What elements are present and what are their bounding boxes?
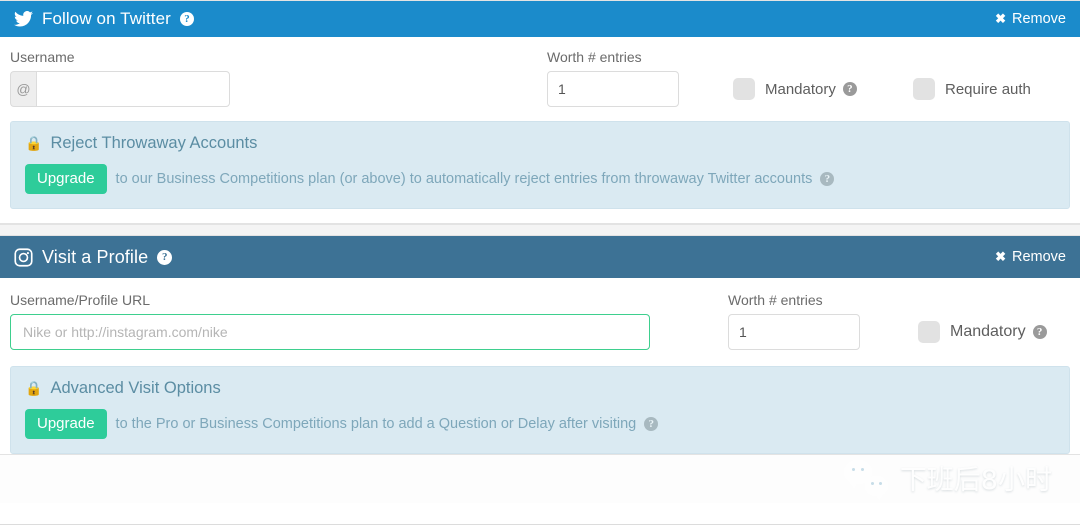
- worth-entries-input[interactable]: [728, 314, 860, 350]
- close-icon: ✖: [995, 249, 1006, 264]
- entry-method-panel-twitter: Follow on Twitter ? ✖ Remove Username @ …: [0, 0, 1080, 224]
- wechat-watermark: 下班后8小时: [843, 458, 1052, 500]
- mandatory-checkbox[interactable]: [918, 321, 940, 343]
- notice-text-wrap: to the Pro or Business Competitions plan…: [116, 416, 659, 432]
- upgrade-button[interactable]: Upgrade: [25, 164, 107, 194]
- mandatory-label: Mandatory: [765, 80, 836, 98]
- notice-content-row: Upgrade to our Business Competitions pla…: [25, 164, 1055, 194]
- remove-button-instagram[interactable]: ✖ Remove: [995, 249, 1066, 265]
- help-icon[interactable]: ?: [820, 172, 835, 186]
- panel-title-twitter: Follow on Twitter: [42, 9, 171, 28]
- mandatory-checkbox-group[interactable]: Mandatory ?: [733, 71, 913, 107]
- at-symbol-icon: @: [10, 71, 36, 107]
- help-icon[interactable]: ?: [179, 12, 194, 26]
- entry-method-panel-instagram: Visit a Profile ? ✖ Remove Username/Prof…: [0, 236, 1080, 455]
- require-auth-checkbox[interactable]: [913, 78, 935, 100]
- panel-body-instagram: Username/Profile URL Worth # entries Man…: [0, 278, 1080, 454]
- username-input-group: @: [10, 71, 547, 107]
- page-bottom-edge: [0, 503, 1080, 525]
- notice-text: to the Pro or Business Competitions plan…: [115, 416, 637, 432]
- worth-entries-field-group: Worth # entries: [728, 292, 918, 350]
- help-icon[interactable]: ?: [1032, 325, 1047, 339]
- panel-header-left: Follow on Twitter ?: [14, 9, 194, 29]
- profile-url-input[interactable]: [10, 314, 650, 350]
- advanced-visit-options-notice: 🔒 Advanced Visit Options Upgrade to the …: [10, 366, 1070, 454]
- mandatory-label-wrap: Mandatory ?: [765, 81, 857, 98]
- mandatory-checkbox-group[interactable]: Mandatory ?: [918, 314, 1047, 350]
- panel-body-twitter: Username @ Worth # entries Mandatory ?: [0, 37, 1080, 223]
- twitter-field-row: Username @ Worth # entries Mandatory ?: [10, 49, 1070, 107]
- remove-button-twitter[interactable]: ✖ Remove: [995, 11, 1066, 27]
- instagram-icon: [14, 247, 33, 267]
- username-input[interactable]: [36, 71, 230, 107]
- panel-header-left: Visit a Profile ?: [14, 246, 173, 268]
- lock-icon: 🔒: [25, 135, 43, 151]
- mandatory-checkbox[interactable]: [733, 78, 755, 100]
- require-auth-checkbox-group[interactable]: Require auth: [913, 71, 1031, 107]
- twitter-bird-icon: [14, 11, 33, 27]
- watermark-text: 下班后8小时: [899, 465, 1052, 496]
- worth-entries-field-group: Worth # entries: [547, 49, 733, 107]
- panel-separator: [0, 224, 1080, 236]
- notice-text: to our Business Competitions plan (or ab…: [115, 171, 813, 187]
- mandatory-label-wrap: Mandatory ?: [950, 323, 1047, 341]
- panel-title-instagram: Visit a Profile: [42, 246, 149, 267]
- panel-header-twitter: Follow on Twitter ? ✖ Remove: [0, 1, 1080, 37]
- close-icon: ✖: [995, 11, 1006, 26]
- panel-header-instagram: Visit a Profile ? ✖ Remove: [0, 236, 1080, 278]
- remove-label: Remove: [1012, 11, 1066, 27]
- username-field-group: Username @: [10, 49, 547, 107]
- instagram-field-row: Username/Profile URL Worth # entries Man…: [10, 292, 1070, 350]
- notice-title-row: 🔒 Reject Throwaway Accounts: [25, 134, 1055, 153]
- notice-content-row: Upgrade to the Pro or Business Competiti…: [25, 409, 1055, 439]
- notice-title: Reject Throwaway Accounts: [50, 134, 258, 152]
- profile-url-field-group: Username/Profile URL: [10, 292, 728, 350]
- mandatory-label: Mandatory: [950, 323, 1026, 340]
- require-auth-label: Require auth: [945, 80, 1031, 98]
- worth-entries-label: Worth # entries: [728, 292, 823, 308]
- help-icon[interactable]: ?: [157, 249, 173, 265]
- wechat-icon: [843, 459, 888, 500]
- remove-label: Remove: [1012, 249, 1066, 265]
- username-label: Username: [10, 49, 75, 65]
- notice-title: Advanced Visit Options: [50, 379, 221, 397]
- worth-entries-input[interactable]: [547, 71, 679, 107]
- help-icon[interactable]: ?: [842, 82, 857, 96]
- notice-title-row: 🔒 Advanced Visit Options: [25, 379, 1055, 398]
- profile-url-label: Username/Profile URL: [10, 292, 151, 308]
- help-icon[interactable]: ?: [644, 417, 659, 431]
- upgrade-button[interactable]: Upgrade: [25, 409, 107, 439]
- competition-entry-methods-page: Follow on Twitter ? ✖ Remove Username @ …: [0, 0, 1080, 525]
- panel-bottom-spacer: [10, 209, 1070, 223]
- notice-text-wrap: to our Business Competitions plan (or ab…: [116, 171, 835, 187]
- worth-entries-label: Worth # entries: [547, 49, 642, 65]
- reject-throwaway-notice: 🔒 Reject Throwaway Accounts Upgrade to o…: [10, 121, 1070, 209]
- lock-icon: 🔒: [25, 380, 43, 396]
